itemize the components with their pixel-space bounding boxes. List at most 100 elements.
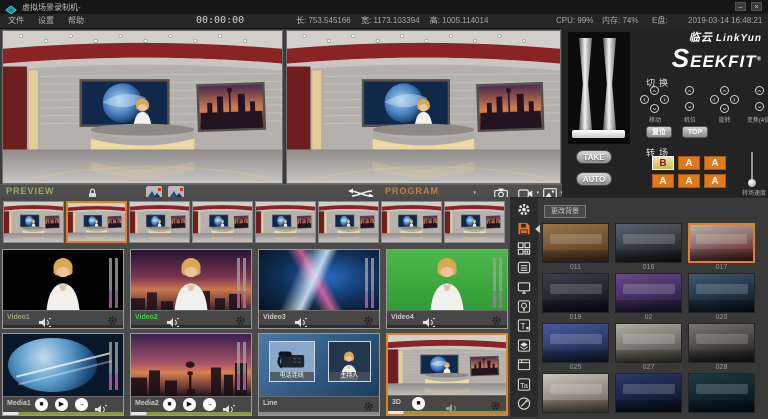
swap-preview-program-icon[interactable] xyxy=(348,186,374,197)
save-tool-icon[interactable] xyxy=(514,221,534,237)
transition-button-1[interactable]: B xyxy=(652,156,674,170)
scene-thumbnail-019[interactable]: 019 xyxy=(542,273,609,323)
title-tool-icon[interactable]: T xyxy=(514,318,534,334)
line-tile[interactable]: 电话连线 主持人 Line xyxy=(258,333,380,416)
scene-thumbnail-020[interactable]: 020 xyxy=(688,273,755,323)
scene-thumbnail-025[interactable]: 025 xyxy=(542,323,609,373)
shot-thumbnail-2[interactable] xyxy=(66,201,127,243)
stop-button[interactable]: ■ xyxy=(163,398,176,411)
scene-thumbnail-017[interactable]: 017 xyxy=(688,223,755,273)
scene-image[interactable] xyxy=(688,273,755,313)
scene-thumbnail-011[interactable]: 011 xyxy=(542,223,609,273)
speaker-icon[interactable] xyxy=(39,314,51,323)
dpad-up-button[interactable]: › xyxy=(720,86,729,95)
play-button[interactable]: ▶ xyxy=(55,398,68,411)
menu-settings[interactable]: 设置 xyxy=(38,14,54,28)
transition-button-6[interactable]: A xyxy=(704,174,726,188)
monitor-tool-icon[interactable] xyxy=(514,280,534,296)
media2-tile[interactable]: Media2 ■ ▶ → xyxy=(130,333,252,416)
scene-image[interactable] xyxy=(688,223,755,263)
gear-icon[interactable] xyxy=(235,313,246,324)
scene-thumbnail-row4-2[interactable] xyxy=(615,373,682,417)
dpad-right-button[interactable]: › xyxy=(730,95,739,104)
scene-thumbnail-row4-1[interactable] xyxy=(542,373,609,417)
stop-button[interactable]: ■ xyxy=(35,398,48,411)
scene-thumbnail-016[interactable]: 016 xyxy=(615,223,682,273)
image-output-icon[interactable]: ▾ xyxy=(543,186,557,197)
video-record-icon[interactable]: ▾ xyxy=(518,186,533,197)
menu-file[interactable]: 文件 xyxy=(8,14,24,28)
shot-thumbnail-4[interactable] xyxy=(192,201,253,243)
gear-icon[interactable] xyxy=(491,313,502,324)
dpad-down-button[interactable]: › xyxy=(685,102,694,111)
close-button[interactable]: × xyxy=(751,2,762,11)
transition-button-2[interactable]: A xyxy=(678,156,700,170)
scene-image[interactable] xyxy=(688,373,755,413)
video1-tile[interactable]: Video1 xyxy=(2,249,124,329)
speaker-muted-icon[interactable] xyxy=(446,400,458,409)
gear-icon[interactable] xyxy=(107,313,118,324)
auto-button[interactable]: AUTO xyxy=(576,172,612,186)
dpad-up-button[interactable]: › xyxy=(755,86,764,95)
dpad-left-button[interactable]: ‹ xyxy=(640,95,649,104)
minimize-button[interactable]: – xyxy=(735,2,746,11)
phone-call-item[interactable]: 电话连线 xyxy=(269,341,315,381)
window-tool-icon[interactable] xyxy=(514,357,534,373)
t-bar-handle[interactable] xyxy=(572,130,625,138)
scene-thumbnail-row4-3[interactable] xyxy=(688,373,755,417)
scene-image[interactable] xyxy=(688,323,755,363)
shot-thumbnail-3[interactable] xyxy=(129,201,190,243)
gear-icon[interactable] xyxy=(363,313,374,324)
video3-tile[interactable]: Video3 xyxy=(258,249,380,329)
shot-thumbnail-1[interactable] xyxy=(3,201,64,243)
dpad-down-button[interactable]: › xyxy=(720,104,729,113)
gear-icon[interactable] xyxy=(490,398,501,409)
loop-button[interactable]: → xyxy=(75,398,88,411)
scene-image[interactable] xyxy=(542,223,609,263)
take-button[interactable]: TAKE xyxy=(576,150,612,164)
scene-image[interactable] xyxy=(615,373,682,413)
background-image-button[interactable] xyxy=(146,186,162,197)
scene-thumbnail-02[interactable]: 02 xyxy=(615,273,682,323)
menu-help[interactable]: 帮助 xyxy=(68,14,84,28)
dpad-up-button[interactable]: › xyxy=(650,86,659,95)
dpad-down-button[interactable]: › xyxy=(755,102,764,111)
lock-icon[interactable] xyxy=(88,186,97,197)
play-button[interactable]: ▶ xyxy=(183,398,196,411)
scene3d-tile[interactable]: 3D ■ xyxy=(386,333,508,416)
scene-image[interactable] xyxy=(615,273,682,313)
reset-button[interactable]: 复位 xyxy=(646,126,672,138)
scene-image[interactable] xyxy=(615,223,682,263)
snapshot-camera-icon[interactable] xyxy=(494,186,508,197)
layout-tool-icon[interactable] xyxy=(514,241,534,257)
settings-tool-icon[interactable] xyxy=(514,202,534,218)
speaker-icon[interactable] xyxy=(423,314,435,323)
change-background-button[interactable]: 更改背景 xyxy=(544,205,586,218)
foreground-image-button[interactable] xyxy=(168,186,184,197)
dpad-down-button[interactable]: › xyxy=(650,104,659,113)
text-tool-icon[interactable]: Ta xyxy=(514,377,534,393)
gear-icon[interactable] xyxy=(363,399,374,410)
transition-button-3[interactable]: A xyxy=(704,156,726,170)
shot-thumbnail-5[interactable] xyxy=(255,201,316,243)
video2-tile[interactable]: Video2 xyxy=(130,249,252,329)
scene-image[interactable] xyxy=(542,273,609,313)
transition-button-5[interactable]: A xyxy=(678,174,700,188)
scene-image[interactable] xyxy=(542,323,609,363)
speaker-icon[interactable] xyxy=(295,314,307,323)
loop-button[interactable]: → xyxy=(203,398,216,411)
host-item[interactable]: 主持人 xyxy=(328,341,371,381)
stop-button[interactable]: ■ xyxy=(412,397,425,410)
scene-image[interactable] xyxy=(542,373,609,413)
scene-thumbnail-028[interactable]: 028 xyxy=(688,323,755,373)
shot-thumbnail-7[interactable] xyxy=(381,201,442,243)
speaker-icon[interactable] xyxy=(167,314,179,323)
shot-thumbnail-8[interactable] xyxy=(444,201,505,243)
draw-tool-icon[interactable] xyxy=(514,396,534,412)
dpad-right-button[interactable]: › xyxy=(660,95,669,104)
speaker-icon[interactable] xyxy=(223,401,235,410)
top-button[interactable]: TOP xyxy=(682,126,708,138)
light-tool-icon[interactable] xyxy=(514,299,534,315)
dpad-left-button[interactable]: ‹ xyxy=(710,95,719,104)
scene-image[interactable] xyxy=(615,323,682,363)
